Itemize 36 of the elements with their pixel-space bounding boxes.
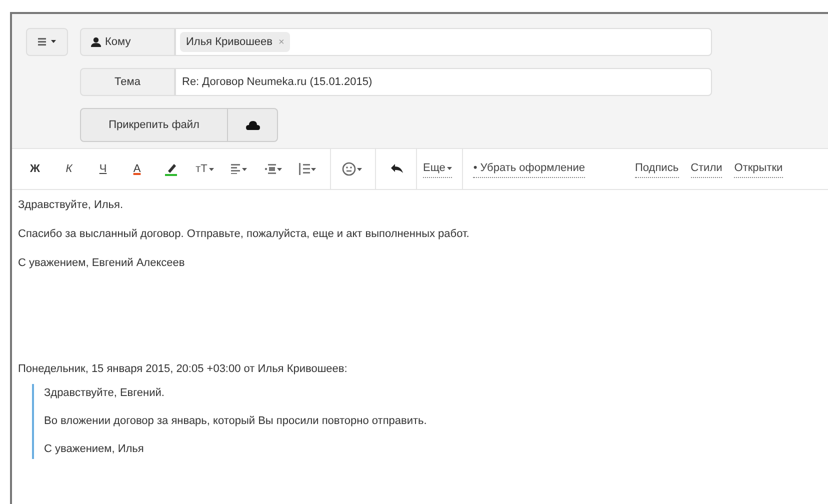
quote-header: Понедельник, 15 января 2015, 20:05 +03:00 от Илья Кривошеев: [18,362,348,377]
align-icon [231,164,247,174]
quote-line: Здравствуйте, Евгений. [44,386,164,401]
message-line: Спасибо за высланный договор. Отправьте, пожалуйста, еще и акт выполненных работ. [18,227,470,242]
subject-field[interactable]: Re: Договор Neumeka.ru (15.01.2015) [175,68,712,96]
bold-button[interactable]: Ж [24,157,46,181]
undo-icon [391,164,403,174]
indent-icon [264,164,282,174]
menu-icon [38,38,56,46]
person-icon [91,37,101,47]
to-button[interactable]: Кому [80,28,175,56]
more-button[interactable]: Еще [423,160,452,178]
toolbar-link[interactable]: Открытки [734,160,783,178]
text-color-button[interactable]: A [126,157,148,181]
cloud-button[interactable] [228,108,278,142]
clear-formatting-link[interactable]: • Убрать оформление [473,160,586,178]
smiley-icon [342,162,362,176]
cloud-icon [246,120,260,130]
message-line: С уважением, Евгений Алексеев [18,256,185,271]
highlighter-icon [165,162,177,176]
toolbar-link[interactable]: Стили [690,160,722,178]
caret-icon [209,168,214,170]
to-field[interactable]: Илья Кривошеев × [175,28,712,56]
quote-line: С уважением, Илья [44,442,144,457]
recipient-chip[interactable]: Илья Кривошеев × [180,32,290,52]
list-icon [298,163,316,175]
message-line: Здравствуйте, Илья. [18,198,124,213]
menu-button[interactable] [26,28,68,56]
toolbar-link[interactable]: Подпись [635,160,679,178]
font-size-button[interactable]: тT [194,157,216,181]
italic-button[interactable]: К [58,157,80,181]
underline-button[interactable]: Ч [92,157,114,181]
attach-file-button[interactable]: Прикрепить файл [80,108,228,142]
caret-icon [447,167,452,170]
subject-label: Тема [80,68,175,96]
quote-line: Во вложении договор за январь, который Вы просили повторно отправить. [44,414,427,429]
